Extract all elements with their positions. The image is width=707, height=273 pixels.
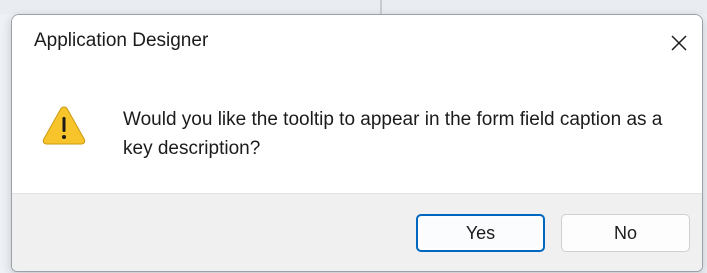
background-divider xyxy=(380,0,382,14)
close-button[interactable] xyxy=(656,15,702,71)
message-dialog: Application Designer Would you like the … xyxy=(11,14,703,272)
dialog-title: Application Designer xyxy=(34,30,209,51)
dialog-body: Would you like the tooltip to appear in … xyxy=(12,71,702,191)
background-window xyxy=(0,0,707,14)
warning-icon xyxy=(42,105,86,145)
no-button[interactable]: No xyxy=(561,214,690,252)
close-icon xyxy=(670,34,688,52)
yes-button[interactable]: Yes xyxy=(416,214,545,252)
title-bar[interactable]: Application Designer xyxy=(12,15,702,71)
button-bar: Yes No xyxy=(12,193,702,271)
dialog-message: Would you like the tooltip to appear in … xyxy=(123,109,663,159)
